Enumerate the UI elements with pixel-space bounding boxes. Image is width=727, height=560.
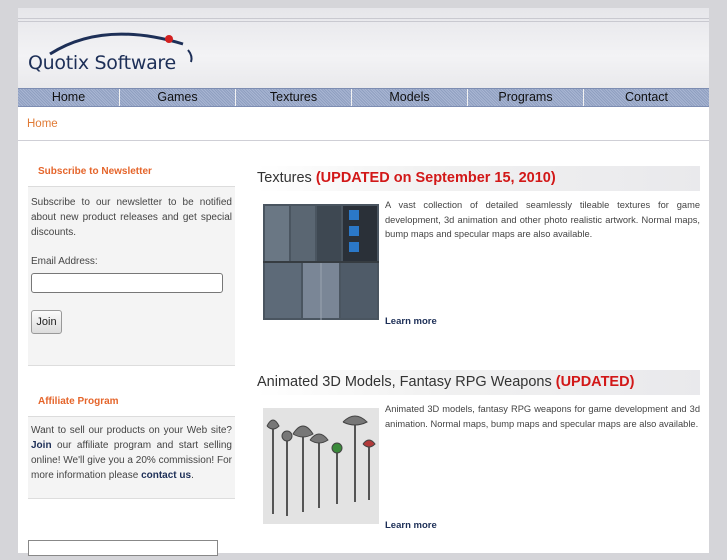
nav-item-textures[interactable]: Textures — [236, 89, 352, 106]
newsletter-box: Subscribe to Newsletter Subscribe to our… — [28, 158, 235, 366]
breadcrumb-home-link[interactable]: Home — [27, 118, 58, 130]
updated-badge: (UPDATED) — [555, 374, 635, 390]
weapons-thumbnail[interactable] — [263, 408, 379, 524]
texture-tiles-image — [263, 204, 379, 320]
page: Quotix Software Home Games Textures Mode… — [18, 8, 709, 556]
rpg-weapons-image — [263, 408, 379, 524]
nav-item-games[interactable]: Games — [120, 89, 236, 106]
product-description: Animated 3D models, fantasy RPG weapons … — [385, 404, 700, 429]
affiliate-title: Affiliate Program — [28, 388, 235, 417]
nav-item-models[interactable]: Models — [352, 89, 468, 106]
sidebar-bottom-field[interactable] — [28, 540, 218, 556]
product-title[interactable]: Textures (UPDATED on September 15, 2010) — [257, 166, 700, 191]
affiliate-text-part: our affiliate program and start selling … — [31, 440, 232, 481]
nav-item-home[interactable]: Home — [18, 89, 120, 106]
header-rule — [18, 18, 709, 19]
affiliate-contact-link[interactable]: contact us — [141, 470, 191, 481]
newsletter-title: Subscribe to Newsletter — [28, 158, 235, 187]
newsletter-body: Subscribe to our newsletter to be notifi… — [28, 187, 235, 344]
main-content: Textures (UPDATED on September 15, 2010) — [257, 166, 700, 560]
logo-text[interactable]: Quotix Software — [28, 52, 176, 74]
textures-thumbnail[interactable] — [263, 204, 379, 320]
product-title-text[interactable]: Textures — [257, 170, 316, 186]
affiliate-box: Affiliate Program Want to sell our produ… — [28, 388, 235, 499]
join-button[interactable]: Join — [31, 310, 62, 334]
main-nav: Home Games Textures Models Programs Cont… — [18, 88, 709, 107]
header: Quotix Software — [18, 8, 709, 89]
product-weapons: Animated 3D Models, Fantasy RPG Weapons … — [257, 370, 700, 560]
nav-item-programs[interactable]: Programs — [468, 89, 584, 106]
product-title[interactable]: Animated 3D Models, Fantasy RPG Weapons … — [257, 370, 700, 395]
product-description: A vast collection of detailed seamlessly… — [385, 200, 700, 239]
sidebar: Subscribe to Newsletter Subscribe to our… — [28, 158, 235, 499]
affiliate-join-link[interactable]: Join — [31, 440, 52, 451]
learn-more-link[interactable]: Learn more — [385, 520, 437, 531]
email-label: Email Address: — [31, 256, 98, 267]
newsletter-text: Subscribe to our newsletter to be notifi… — [31, 197, 232, 238]
nav-item-contact[interactable]: Contact — [584, 89, 709, 106]
email-field[interactable] — [31, 273, 223, 293]
affiliate-text: Want to sell our products on your Web si… — [28, 417, 235, 493]
affiliate-text-part: . — [191, 470, 194, 481]
learn-more-link[interactable]: Learn more — [385, 316, 437, 327]
header-rule — [18, 21, 709, 22]
breadcrumb: Home — [18, 106, 709, 141]
updated-badge: (UPDATED on September 15, 2010) — [315, 170, 556, 186]
product-textures: Textures (UPDATED on September 15, 2010) — [257, 166, 700, 356]
affiliate-text-part: Want to sell our products on your Web si… — [31, 425, 232, 436]
product-title-text[interactable]: Animated 3D Models, Fantasy RPG Weapons — [257, 374, 556, 390]
